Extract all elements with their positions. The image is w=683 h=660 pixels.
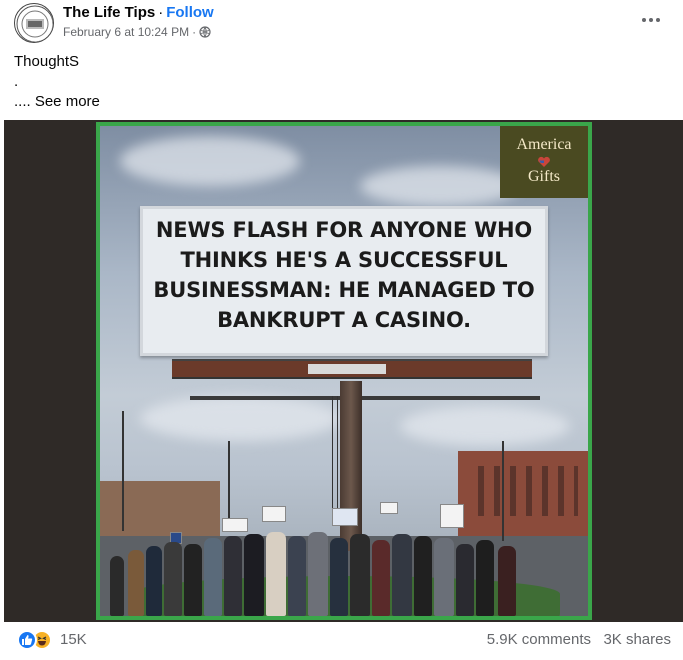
billboard-panel: NEWS FLASH FOR ANYONE WHO THINKS HE'S A …: [140, 206, 548, 356]
more-dots-icon: [642, 18, 660, 22]
crowd-person: [350, 534, 370, 616]
crowd-person: [224, 536, 242, 616]
post-text: ThoughtS . .... See more: [14, 52, 100, 112]
post-meta: February 6 at 10:24 PM ·: [63, 25, 211, 39]
follow-button[interactable]: Follow: [166, 4, 214, 21]
crowd-person: [244, 534, 264, 616]
crowd-person: [146, 546, 162, 616]
author-separator: ·: [158, 4, 164, 21]
like-icon: [17, 630, 37, 650]
billboard-text: NEWS FLASH FOR ANYONE WHO THINKS HE'S A …: [153, 218, 535, 332]
image-cloud: [140, 396, 340, 441]
crowd-person: [498, 546, 516, 616]
badge-line-1: America: [516, 136, 572, 153]
protest-sign: [222, 518, 248, 532]
image-billboard-crossbar: [190, 396, 540, 400]
crowd-person: [308, 532, 328, 616]
post-text-line-2: .: [14, 73, 19, 90]
crowd-person: [288, 536, 306, 616]
crowd-person: [434, 538, 454, 616]
crowd-person: [204, 538, 222, 616]
meta-separator: ·: [192, 25, 197, 39]
image-billboard-ladder: [332, 396, 338, 516]
post-timestamp[interactable]: February 6 at 10:24 PM: [63, 25, 189, 39]
media-frame: NEWS FLASH FOR ANYONE WHO THINKS HE'S A …: [4, 120, 683, 622]
heart-flag-icon: [538, 156, 550, 167]
protest-sign: [440, 504, 464, 528]
crowd-person: [266, 532, 286, 616]
reaction-count[interactable]: 15K: [60, 631, 87, 648]
shares-count[interactable]: 3K shares: [603, 631, 671, 648]
america-gifts-logo: America Gifts: [500, 126, 588, 198]
page-avatar[interactable]: [14, 3, 54, 43]
crowd-person: [110, 556, 124, 616]
reactions-bar: 15K 5.9K comments 3K shares: [0, 628, 683, 656]
protest-sign: [262, 506, 286, 522]
reaction-icons[interactable]: [17, 630, 52, 650]
image-cloud: [400, 406, 570, 446]
crowd-person: [164, 542, 182, 616]
see-more-link[interactable]: .... See more: [14, 92, 100, 112]
image-cloud: [120, 136, 300, 186]
crowd-person: [330, 538, 348, 616]
protest-sign: [332, 508, 358, 526]
author-line: The Life Tips · Follow: [63, 4, 214, 21]
post-image[interactable]: NEWS FLASH FOR ANYONE WHO THINKS HE'S A …: [96, 122, 592, 620]
image-crowd: [110, 502, 540, 616]
crowd-person: [128, 550, 144, 616]
badge-line-2: Gifts: [528, 168, 560, 185]
comments-count[interactable]: 5.9K comments: [487, 631, 591, 648]
crowd-person: [392, 534, 412, 616]
more-options-button[interactable]: [639, 8, 663, 32]
image-cloud: [360, 166, 520, 206]
image-billboard-plate: [308, 364, 386, 374]
crowd-person: [476, 540, 494, 616]
globe-icon[interactable]: [199, 26, 211, 38]
post-header: The Life Tips · Follow February 6 at 10:24…: [0, 0, 683, 48]
post-text-line-1: ThoughtS: [14, 53, 80, 70]
crowd-person: [456, 544, 474, 616]
crowd-person: [184, 544, 202, 616]
author-name[interactable]: The Life Tips: [63, 4, 155, 21]
crowd-person: [414, 536, 432, 616]
crowd-person: [372, 540, 390, 616]
protest-sign: [380, 502, 398, 514]
